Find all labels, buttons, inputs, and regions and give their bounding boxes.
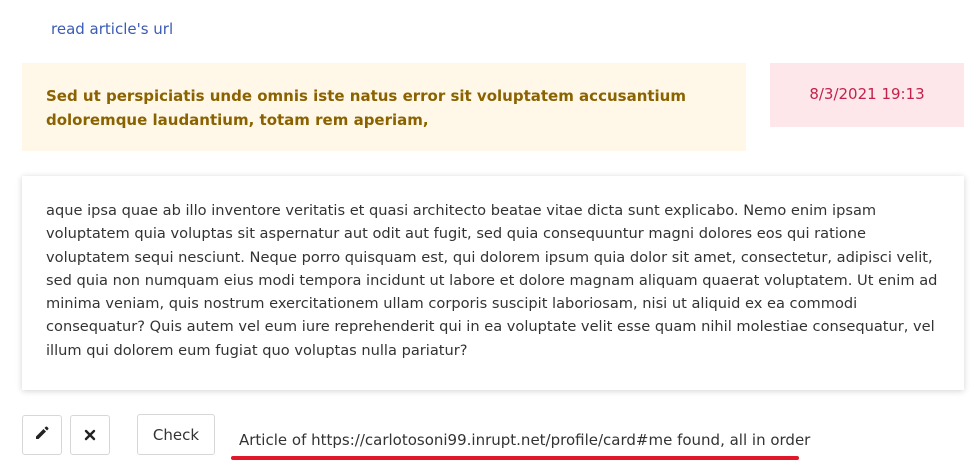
article-body-text: aque ipsa quae ab illo inventore veritat… — [46, 202, 938, 359]
article-body-card: aque ipsa quae ab illo inventore veritat… — [22, 176, 964, 390]
article-title: Sed ut perspiciatis unde omnis iste natu… — [46, 87, 686, 129]
pencil-icon — [34, 425, 50, 445]
check-button[interactable]: Check — [137, 414, 215, 455]
article-page: read article's url Sed ut perspiciatis u… — [0, 0, 972, 470]
delete-button[interactable] — [70, 415, 110, 455]
article-date: 8/3/2021 19:13 — [809, 85, 925, 103]
article-url-link[interactable]: read article's url — [51, 20, 173, 38]
close-icon — [84, 426, 96, 445]
status-underline — [231, 456, 799, 460]
edit-button[interactable] — [22, 415, 62, 455]
status-message: Article of https://carlotosoni99.inrupt.… — [239, 431, 811, 449]
article-title-box: Sed ut perspiciatis unde omnis iste natu… — [22, 63, 746, 151]
article-date-badge: 8/3/2021 19:13 — [770, 63, 964, 127]
